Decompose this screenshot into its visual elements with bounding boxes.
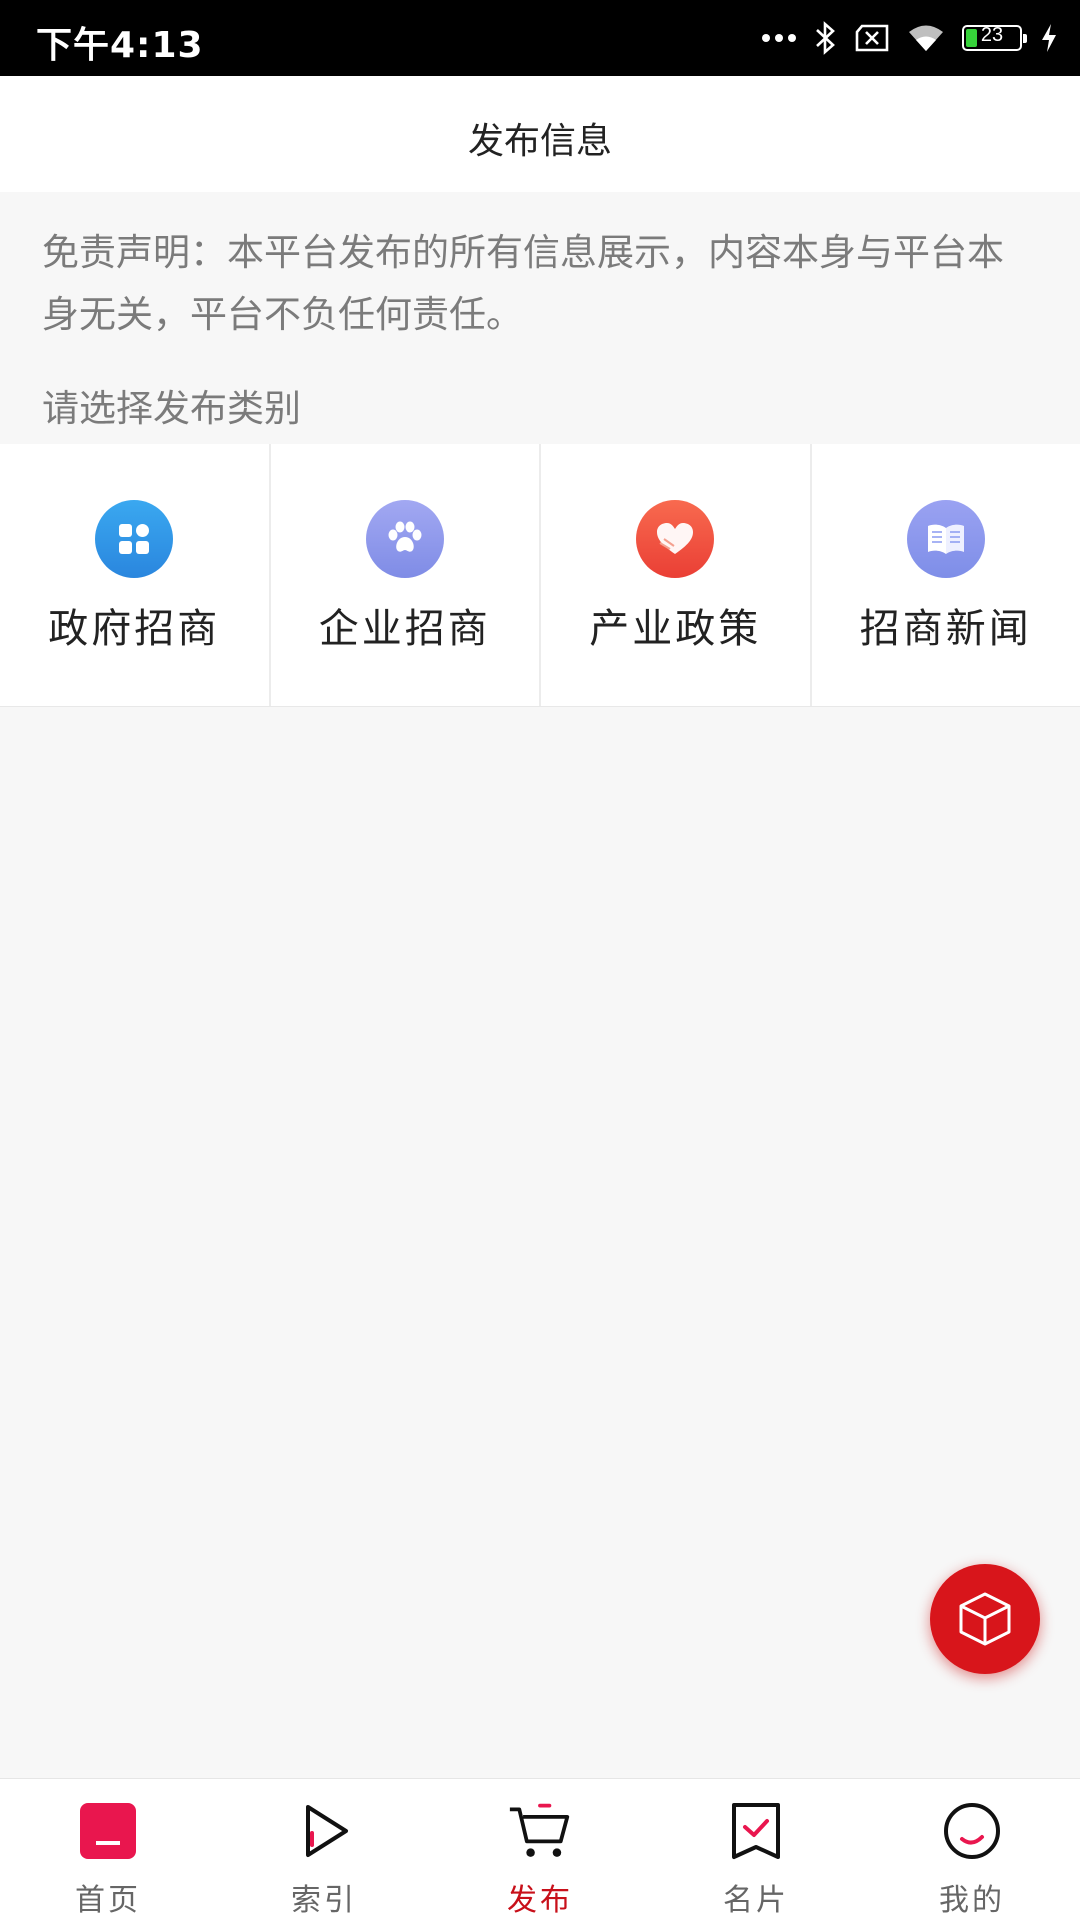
tab-label: 我的 bbox=[864, 1875, 1080, 1919]
more-dots-icon bbox=[762, 33, 796, 43]
status-icons: 23 bbox=[762, 18, 1058, 58]
paw-icon bbox=[366, 500, 444, 578]
home-icon bbox=[76, 1799, 140, 1863]
bottom-tab-bar: 首页 索引 发布 名片 bbox=[0, 1778, 1080, 1921]
status-bar: 下午4:13 23 bbox=[0, 0, 1080, 76]
heart-hands-icon bbox=[636, 500, 714, 578]
cart-icon bbox=[508, 1799, 572, 1863]
tab-mine[interactable]: 我的 bbox=[864, 1779, 1080, 1921]
sim-x-icon bbox=[854, 24, 890, 52]
category-government-investment[interactable]: 政府招商 bbox=[0, 444, 271, 706]
bookmark-check-icon bbox=[724, 1799, 788, 1863]
apps-grid-icon bbox=[95, 500, 173, 578]
profile-circle-icon bbox=[940, 1799, 1004, 1863]
tab-business-card[interactable]: 名片 bbox=[648, 1779, 864, 1921]
disclaimer-text: 免责声明：本平台发布的所有信息展示，内容本身与平台本身无关，平台不负任何责任。 bbox=[42, 222, 1032, 346]
category-enterprise-investment[interactable]: 企业招商 bbox=[271, 444, 542, 706]
tab-publish[interactable]: 发布 bbox=[432, 1779, 648, 1921]
wifi-icon bbox=[908, 23, 944, 53]
page-title: 发布信息 bbox=[0, 112, 1080, 164]
title-bar: 发布信息 bbox=[0, 76, 1080, 192]
category-label: 招商新闻 bbox=[812, 596, 1080, 654]
category-grid: 政府招商 企业招商 产业政策 bbox=[0, 444, 1080, 707]
floating-action-button[interactable] bbox=[930, 1564, 1040, 1674]
category-industry-policy[interactable]: 产业政策 bbox=[541, 444, 812, 706]
bluetooth-icon bbox=[814, 21, 836, 55]
tab-label: 发布 bbox=[432, 1875, 648, 1919]
charging-icon bbox=[1040, 23, 1058, 53]
tab-label: 首页 bbox=[0, 1875, 216, 1919]
status-time: 下午4:13 bbox=[36, 16, 204, 68]
book-icon bbox=[907, 500, 985, 578]
tab-label: 索引 bbox=[216, 1875, 432, 1919]
tab-home[interactable]: 首页 bbox=[0, 1779, 216, 1921]
play-icon bbox=[292, 1799, 356, 1863]
tab-index[interactable]: 索引 bbox=[216, 1779, 432, 1921]
cube-icon bbox=[957, 1590, 1013, 1648]
category-investment-news[interactable]: 招商新闻 bbox=[812, 444, 1080, 706]
battery-icon: 23 bbox=[962, 25, 1022, 51]
category-prompt: 请选择发布类别 bbox=[42, 378, 301, 432]
battery-level: 23 bbox=[964, 24, 1020, 47]
category-label: 企业招商 bbox=[271, 596, 540, 654]
tab-label: 名片 bbox=[648, 1875, 864, 1919]
category-label: 政府招商 bbox=[0, 596, 269, 654]
category-label: 产业政策 bbox=[541, 596, 810, 654]
